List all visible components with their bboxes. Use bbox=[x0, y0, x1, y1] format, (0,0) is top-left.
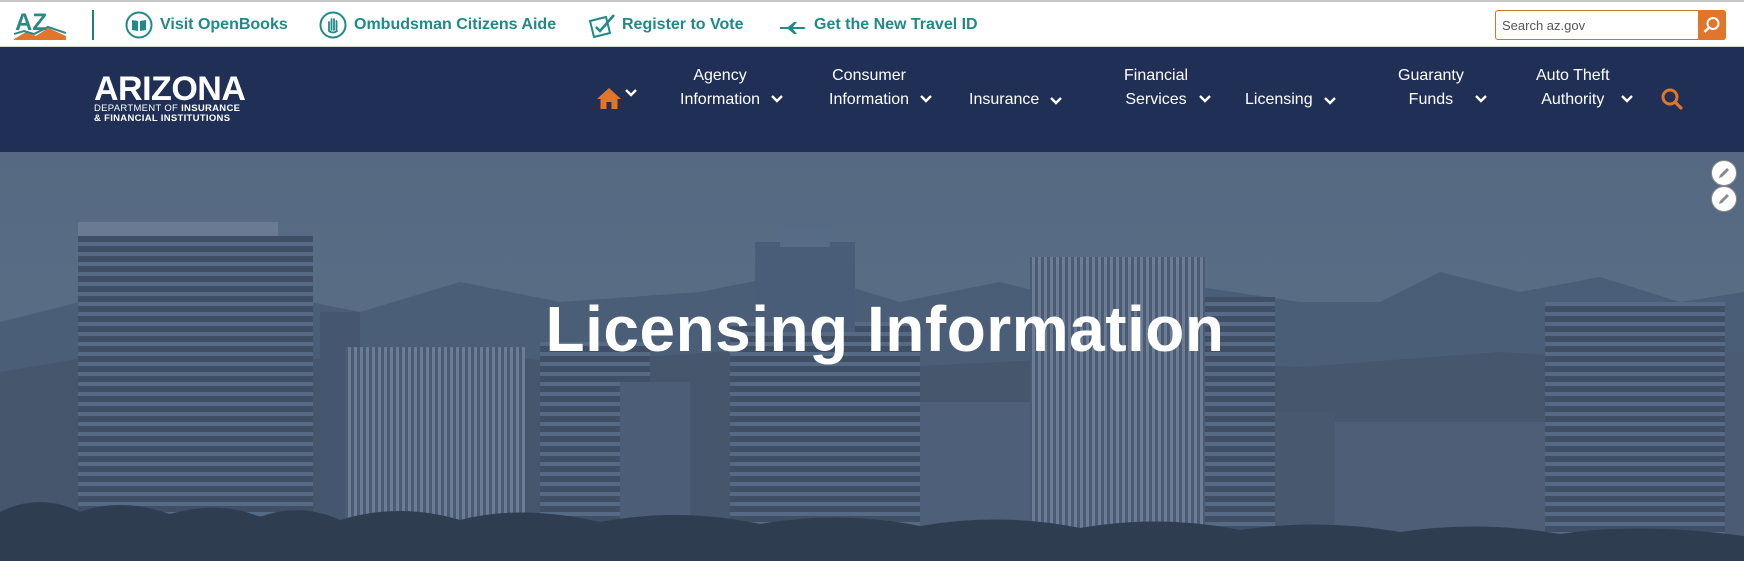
nav-search-button[interactable] bbox=[1660, 87, 1684, 111]
ombudsman-label: Ombudsman Citizens Aide bbox=[354, 16, 557, 33]
openbooks-label: Visit OpenBooks bbox=[160, 16, 288, 33]
nav-agency-line2: Information bbox=[680, 91, 761, 108]
nav-consumer-line1: Consumer bbox=[832, 67, 906, 84]
chevron-down-icon bbox=[1620, 95, 1633, 103]
search-icon bbox=[1661, 88, 1683, 110]
nav-licensing-label: Licensing bbox=[1245, 91, 1313, 108]
nav-guaranty-funds[interactable]: Guaranty Funds bbox=[1398, 64, 1488, 112]
hand-icon bbox=[318, 11, 348, 39]
search-input[interactable] bbox=[1496, 12, 1692, 38]
hero-banner: Licensing Information bbox=[0, 152, 1744, 561]
az-logo[interactable]: AZ bbox=[13, 9, 67, 40]
nav-licensing[interactable]: Licensing bbox=[1245, 88, 1337, 112]
home-menu[interactable] bbox=[596, 83, 642, 113]
pencil-icon bbox=[1719, 168, 1729, 178]
site-search bbox=[1495, 10, 1726, 40]
nav-insurance-label: Insurance bbox=[969, 91, 1040, 108]
nav-auto-theft-authority[interactable]: Auto Theft Authority bbox=[1536, 64, 1634, 112]
chevron-down-icon bbox=[1050, 97, 1063, 105]
main-navigation: ARIZONA DEPARTMENT OF INSURANCE & FINANC… bbox=[0, 47, 1744, 152]
register-vote-link[interactable]: Register to Vote bbox=[586, 11, 744, 39]
chevron-down-icon bbox=[771, 95, 783, 103]
nav-financial-line1: Financial bbox=[1124, 67, 1189, 84]
book-icon bbox=[124, 11, 154, 39]
page-title: Licensing Information bbox=[545, 293, 1225, 365]
nav-agency-information[interactable]: Agency Information bbox=[680, 64, 784, 112]
pencil-icon bbox=[1719, 194, 1729, 204]
travel-id-link[interactable]: Get the New Travel ID bbox=[778, 11, 978, 39]
utility-bar: AZ Visit OpenBooks Ombudsman Citizens Ai… bbox=[0, 0, 1744, 47]
edit-button[interactable] bbox=[1711, 160, 1737, 186]
nav-autotheft-line1: Auto Theft bbox=[1536, 67, 1610, 84]
brand-line-2: & FINANCIAL INSTITUTIONS bbox=[94, 113, 231, 124]
edit-button[interactable] bbox=[1711, 186, 1737, 212]
openbooks-link[interactable]: Visit OpenBooks bbox=[124, 11, 288, 39]
ombudsman-link[interactable]: Ombudsman Citizens Aide bbox=[318, 11, 556, 39]
nav-guaranty-line2: Funds bbox=[1408, 91, 1454, 108]
nav-consumer-information[interactable]: Consumer Information bbox=[829, 64, 933, 112]
agency-logo[interactable]: ARIZONA DEPARTMENT OF INSURANCE & FINANC… bbox=[94, 70, 284, 126]
nav-financial-services[interactable]: Financial Services bbox=[1124, 64, 1212, 112]
chevron-down-icon bbox=[1323, 97, 1336, 105]
nav-consumer-line2: Information bbox=[829, 91, 910, 108]
chevron-down-icon bbox=[1199, 95, 1211, 103]
logo-divider bbox=[92, 10, 94, 40]
chevron-down-icon bbox=[920, 95, 932, 103]
nav-guaranty-line1: Guaranty bbox=[1398, 67, 1464, 84]
chevron-down-icon bbox=[625, 89, 637, 97]
brand-name: ARIZONA bbox=[94, 70, 246, 108]
airplane-icon bbox=[778, 11, 808, 39]
ballot-check-icon bbox=[586, 11, 616, 39]
nav-agency-line1: Agency bbox=[693, 67, 747, 84]
search-button[interactable] bbox=[1698, 10, 1726, 40]
chevron-down-icon bbox=[1474, 95, 1487, 103]
nav-financial-line2: Services bbox=[1125, 91, 1187, 108]
nav-autotheft-line2: Authority bbox=[1541, 91, 1605, 108]
travel-id-label: Get the New Travel ID bbox=[814, 16, 978, 33]
nav-insurance[interactable]: Insurance bbox=[969, 88, 1063, 112]
home-icon bbox=[597, 88, 621, 109]
register-vote-label: Register to Vote bbox=[622, 16, 744, 33]
search-icon bbox=[1703, 17, 1720, 33]
